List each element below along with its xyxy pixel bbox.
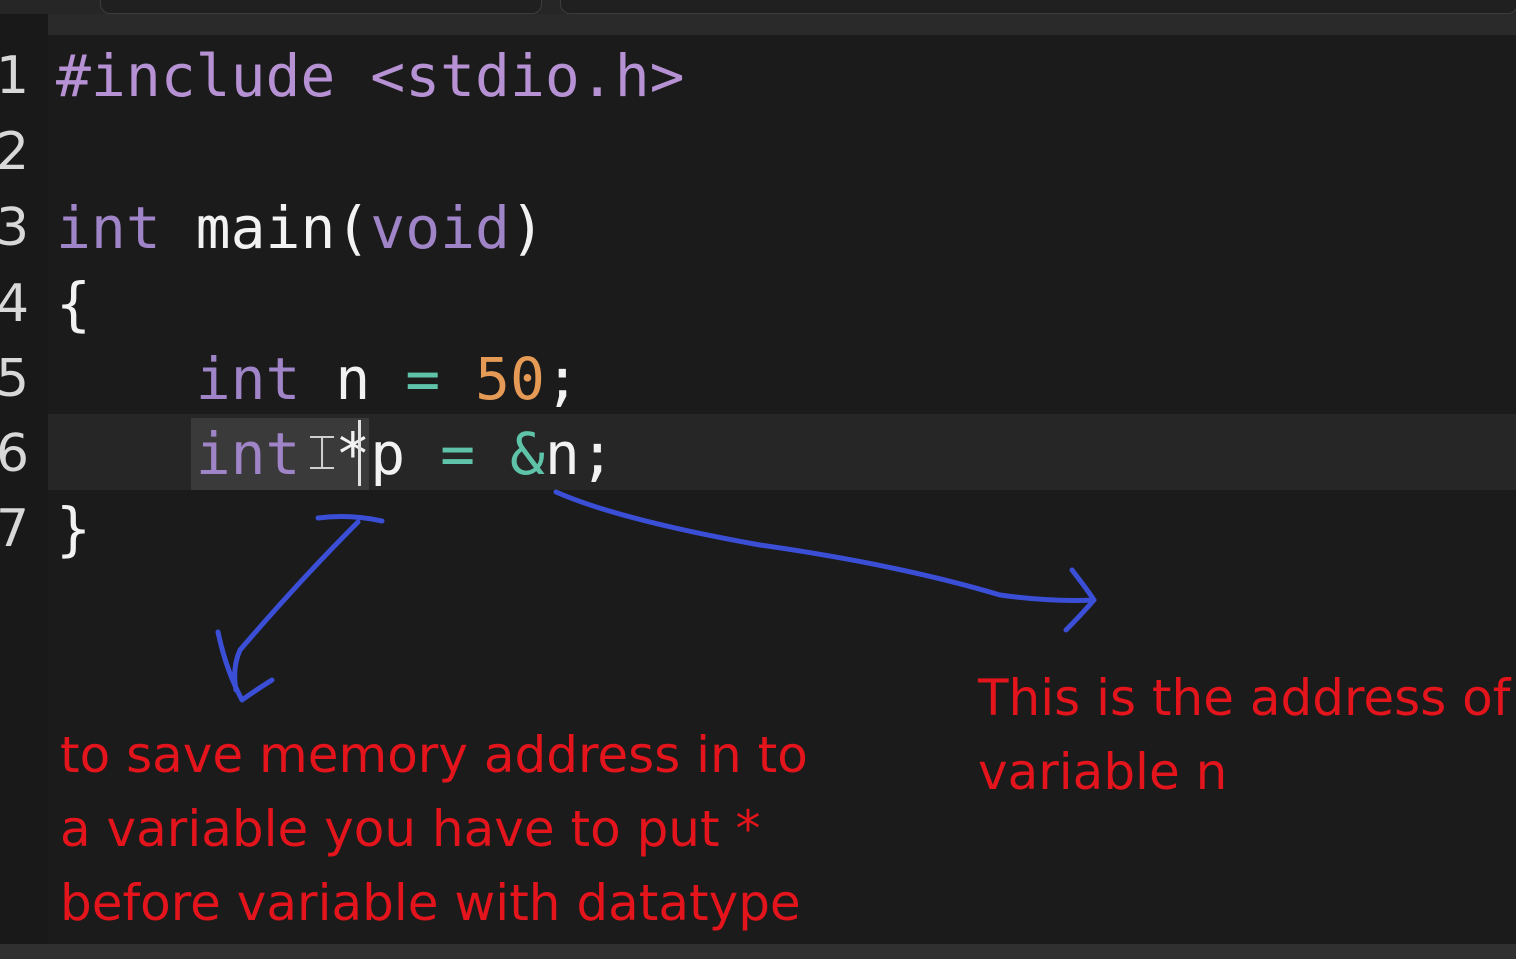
code-line[interactable]: { bbox=[56, 266, 91, 342]
code-token: <stdio.h> bbox=[370, 42, 685, 110]
editor-tab[interactable] bbox=[560, 0, 1516, 14]
note-line: a variable you have to put * bbox=[60, 800, 761, 858]
code-token: ) bbox=[509, 194, 545, 262]
line-number: 5 bbox=[0, 349, 30, 409]
code-token: int bbox=[56, 194, 161, 262]
line-number: 4 bbox=[0, 274, 30, 334]
code-token: int bbox=[195, 420, 301, 488]
code-token: main( bbox=[160, 194, 371, 262]
code-token: void bbox=[370, 194, 510, 262]
line-number: 7 bbox=[0, 499, 30, 559]
code-token: n; bbox=[544, 420, 615, 488]
editor-tab[interactable] bbox=[100, 0, 542, 14]
note-line: variable n bbox=[978, 743, 1228, 801]
note-line: This is the address of bbox=[978, 669, 1511, 727]
code-token: & bbox=[509, 420, 545, 488]
code-line[interactable]: #include <stdio.h> bbox=[56, 38, 685, 114]
status-bar bbox=[0, 944, 1516, 959]
text-caret bbox=[358, 420, 361, 486]
code-token: { bbox=[56, 270, 91, 338]
code-token: = bbox=[405, 345, 441, 413]
note-line: to save memory address in to bbox=[60, 726, 808, 784]
line-number: 6 bbox=[0, 424, 30, 484]
code-token: 50 bbox=[475, 345, 545, 413]
line-number: 2 bbox=[0, 122, 30, 182]
note-line: before variable with datatype bbox=[60, 874, 801, 932]
code-token: = bbox=[440, 420, 476, 488]
i-beam-cursor-icon: ⌶ bbox=[307, 425, 337, 481]
code-token: } bbox=[56, 495, 91, 563]
code-token: p bbox=[370, 420, 441, 488]
code-token: ; bbox=[544, 345, 580, 413]
code-line[interactable]: } bbox=[56, 491, 91, 567]
pointer-declaration-note: to save memory address in to a variable … bbox=[60, 718, 808, 940]
code-token: int bbox=[195, 345, 301, 413]
code-line[interactable]: int n = 50; bbox=[56, 341, 580, 417]
line-number: 1 bbox=[0, 46, 30, 106]
line-number: 3 bbox=[0, 198, 30, 258]
code-line[interactable]: int main(void) bbox=[56, 190, 545, 266]
code-token: n bbox=[300, 345, 406, 413]
address-of-note: This is the address of variable n bbox=[978, 661, 1510, 809]
code-token: #include bbox=[56, 42, 336, 110]
tab-bar bbox=[0, 0, 1516, 14]
